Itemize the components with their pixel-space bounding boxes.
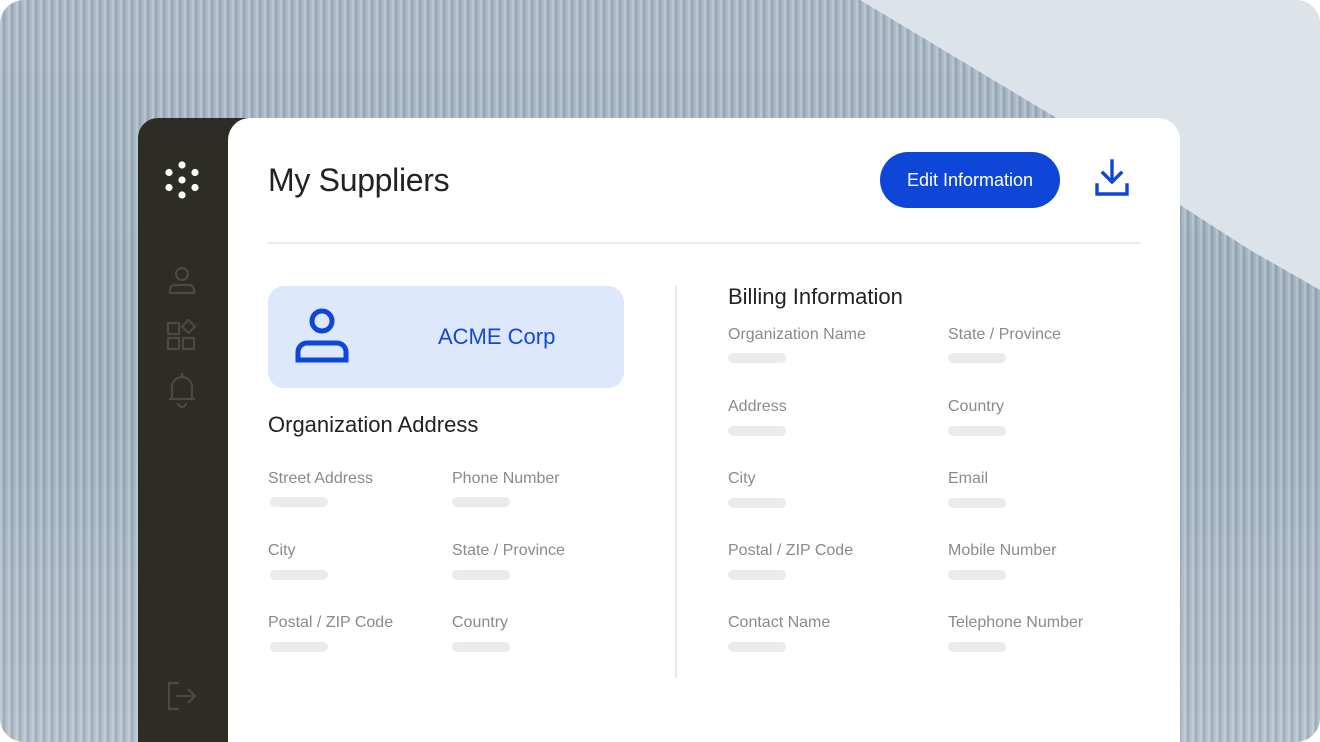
background-photo: My Suppliers Edit Information ACME Corp <box>0 0 1320 742</box>
field-label-billing-country: Country <box>948 398 1005 415</box>
bell-icon <box>167 372 197 413</box>
user-icon <box>290 304 354 368</box>
field-label-postal-code: Postal / ZIP Code <box>268 614 394 631</box>
field-value-billing-city <box>728 498 786 508</box>
column-divider <box>675 286 677 678</box>
field-label-city: City <box>268 542 296 559</box>
field-value-email <box>948 498 1006 508</box>
field-label-billing-postal: Postal / ZIP Code <box>728 542 854 559</box>
field-label-billing-address: Address <box>728 398 787 415</box>
field-value-city <box>270 570 328 580</box>
field-label-contact-name: Contact Name <box>728 614 831 631</box>
sidebar-item-notifications[interactable] <box>162 372 202 412</box>
field-value-state-province <box>452 570 510 580</box>
field-value-billing-state <box>948 353 1006 363</box>
sidebar-item-apps[interactable] <box>162 317 202 357</box>
field-label-phone-number: Phone Number <box>452 470 560 487</box>
billing-title: Billing Information <box>728 284 903 309</box>
field-label-mobile-number: Mobile Number <box>948 542 1057 559</box>
apps-icon <box>166 317 198 356</box>
field-label-billing-state: State / Province <box>948 326 1061 343</box>
header-divider <box>268 242 1140 244</box>
field-label-organization-name: Organization Name <box>728 326 866 343</box>
field-value-mobile-number <box>948 570 1006 580</box>
field-value-contact-name <box>728 642 786 652</box>
download-icon <box>1094 158 1130 202</box>
user-icon <box>167 265 197 300</box>
org-address-title: Organization Address <box>268 412 479 437</box>
company-card[interactable]: ACME Corp <box>268 286 624 388</box>
logo-icon[interactable] <box>162 160 202 200</box>
field-value-billing-country <box>948 426 1006 436</box>
sidebar-logout[interactable] <box>162 678 202 718</box>
field-value-street-address <box>270 497 328 507</box>
download-button[interactable] <box>1092 158 1132 202</box>
field-value-phone-number <box>452 497 510 507</box>
field-label-billing-city: City <box>728 470 756 487</box>
main-card: My Suppliers Edit Information ACME Corp <box>228 118 1180 742</box>
field-label-email: Email <box>948 470 989 487</box>
edit-information-button[interactable]: Edit Information <box>880 152 1060 208</box>
field-value-postal-code <box>270 642 328 652</box>
sidebar-item-profile[interactable] <box>162 262 202 302</box>
field-label-street-address: Street Address <box>268 470 373 487</box>
page-title: My Suppliers <box>268 162 450 198</box>
field-label-telephone-number: Telephone Number <box>948 614 1084 631</box>
field-value-billing-address <box>728 426 786 436</box>
company-name: ACME Corp <box>438 324 556 349</box>
logout-icon <box>166 680 198 717</box>
field-label-state-province: State / Province <box>452 542 565 559</box>
field-value-organization-name <box>728 353 786 363</box>
field-label-country: Country <box>452 614 509 631</box>
field-value-telephone-number <box>948 642 1006 652</box>
field-value-billing-postal <box>728 570 786 580</box>
field-value-country <box>452 642 510 652</box>
